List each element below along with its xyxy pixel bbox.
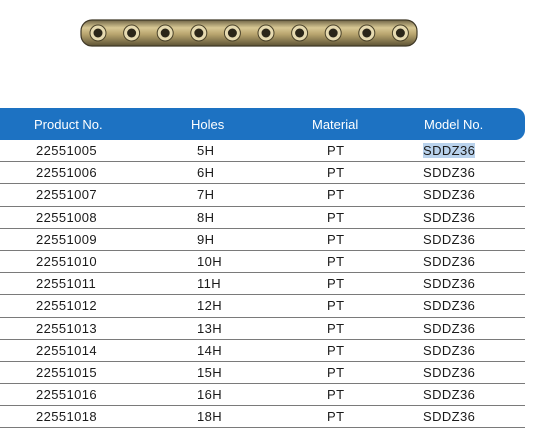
material-cell: PT (327, 276, 345, 292)
model-no-cell: SDDZ36 (423, 276, 476, 292)
model-no-cell: SDDZ36 (423, 320, 476, 336)
holes-cell: 15H (197, 364, 223, 380)
material-cell: PT (327, 342, 345, 358)
product-table: Product No. Holes Material Model No. 225… (0, 108, 525, 429)
table-header: Product No. Holes Material Model No. (0, 108, 525, 140)
table-row: 22551012 12H PT SDDZ36 (0, 295, 525, 318)
model-no-cell: SDDZ36 (423, 165, 476, 181)
plate-hole-inner (362, 28, 372, 38)
table-row: 22551018 18H PT SDDZ36 (0, 406, 525, 429)
material-cell: PT (327, 231, 345, 247)
product-no-cell: 22551010 (36, 253, 98, 269)
product-no-cell: 22551018 (36, 409, 98, 425)
material-cell: PT (327, 320, 345, 336)
holes-cell: 9H (197, 231, 215, 247)
table-row: 22551014 14H PT SDDZ36 (0, 340, 525, 362)
model-no-cell: SDDZ36 (423, 409, 476, 425)
plate-hole-inner (93, 28, 103, 38)
product-no-cell: 22551008 (36, 209, 98, 225)
header-product-no: Product No. (34, 117, 103, 132)
product-no-cell: 22551012 (36, 298, 98, 314)
material-cell: PT (327, 253, 345, 269)
material-cell: PT (327, 409, 345, 425)
holes-cell: 10H (197, 253, 223, 269)
holes-cell: 7H (197, 187, 215, 203)
table-row: 22551011 11H PT SDDZ36 (0, 273, 525, 296)
holes-cell: 12H (197, 298, 223, 314)
material-cell: PT (327, 298, 345, 314)
product-no-cell: 22551009 (36, 231, 98, 247)
header-holes: Holes (191, 117, 225, 132)
header-material: Material (312, 117, 359, 132)
table-row: 22551007 7H PT SDDZ36 (0, 184, 525, 207)
product-no-cell: 22551007 (36, 187, 98, 203)
table-row: 22551013 13H PT SDDZ36 (0, 318, 525, 340)
product-no-cell: 22551013 (36, 320, 98, 336)
plate-hole-inner (328, 28, 338, 38)
product-no-cell: 22551015 (36, 364, 98, 380)
holes-cell: 14H (197, 342, 223, 358)
table-row: 22551016 16H PT SDDZ36 (0, 384, 525, 407)
model-no-cell: SDDZ36 (423, 298, 476, 314)
table-row: 22551005 5H PT SDDZ36 (0, 140, 525, 163)
table-row: 22551008 8H PT SDDZ36 (0, 207, 525, 229)
holes-cell: 18H (197, 409, 223, 425)
material-cell: PT (327, 165, 345, 181)
bone-plate-icon (80, 19, 418, 47)
model-no-cell: SDDZ36 (423, 342, 476, 358)
model-no-cell: SDDZ36 (423, 209, 476, 225)
table-row: 22551015 15H PT SDDZ36 (0, 362, 525, 385)
plate-hole-inner (395, 28, 405, 38)
plate-hole-inner (227, 28, 237, 38)
product-no-cell: 22551014 (36, 342, 98, 358)
material-cell: PT (327, 209, 345, 225)
model-no-cell: SDDZ36 (423, 364, 476, 380)
material-cell: PT (327, 387, 345, 403)
product-no-cell: 22551006 (36, 165, 98, 181)
table-row: 22551010 10H PT SDDZ36 (0, 251, 525, 274)
holes-cell: 11H (197, 276, 222, 292)
product-no-cell: 22551016 (36, 387, 98, 403)
holes-cell: 13H (197, 320, 223, 336)
table-body: 22551005 5H PT SDDZ36 22551006 6H PT SDDZ36 2255… (0, 140, 525, 429)
header-model-no: Model No. (424, 117, 484, 132)
plate-hole-inner (160, 28, 170, 38)
holes-cell: 6H (197, 165, 215, 181)
model-no-cell: SDDZ36 (423, 143, 476, 158)
holes-cell: 16H (197, 387, 223, 403)
plate-hole-inner (295, 28, 305, 38)
plate-hole-inner (127, 28, 137, 38)
plate-hole-inner (194, 28, 204, 38)
holes-cell: 5H (197, 143, 215, 158)
table-row: 22551009 9H PT SDDZ36 (0, 229, 525, 251)
product-no-cell: 22551005 (36, 143, 98, 158)
material-cell: PT (327, 187, 345, 203)
product-no-cell: 22551011 (36, 276, 97, 292)
table-row: 22551006 6H PT SDDZ36 (0, 162, 525, 185)
model-no-cell: SDDZ36 (423, 387, 476, 403)
material-cell: PT (327, 364, 345, 380)
plate-hole-inner (261, 28, 271, 38)
model-no-cell: SDDZ36 (423, 231, 476, 247)
material-cell: PT (327, 143, 345, 158)
holes-cell: 8H (197, 209, 215, 225)
model-no-cell: SDDZ36 (423, 187, 476, 203)
bone-plate-image (80, 14, 418, 52)
model-no-cell: SDDZ36 (423, 253, 476, 269)
